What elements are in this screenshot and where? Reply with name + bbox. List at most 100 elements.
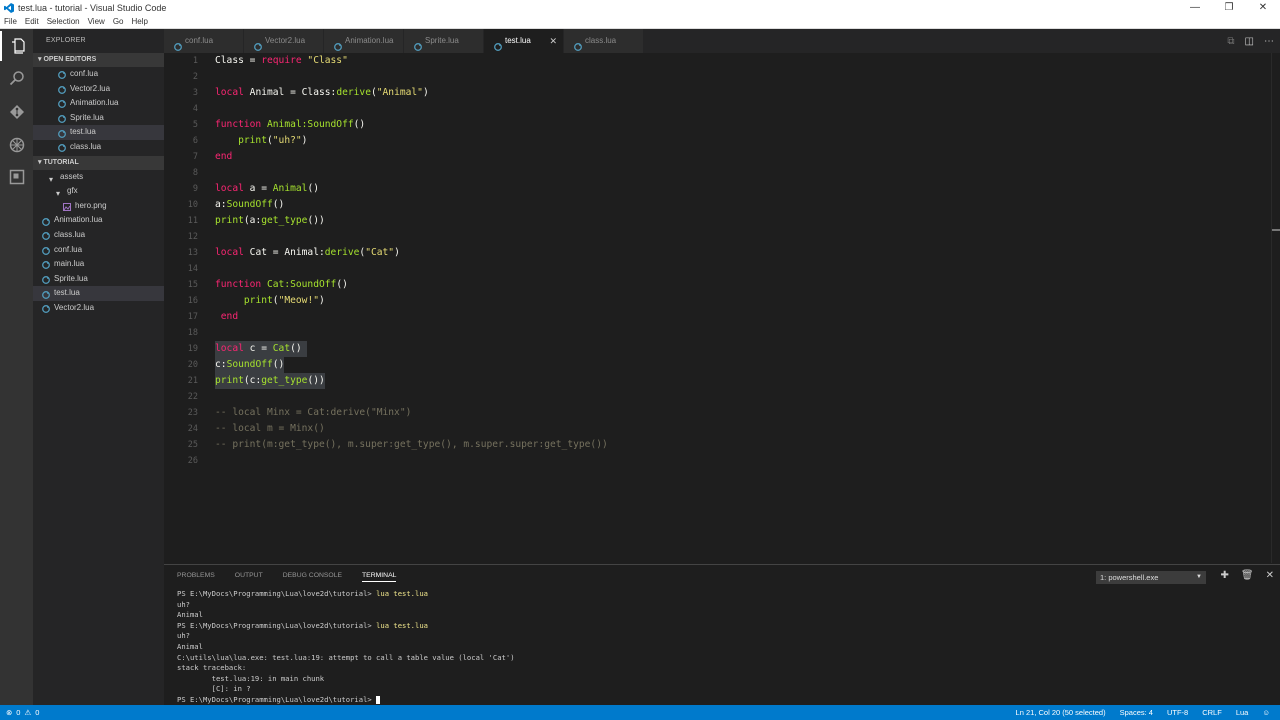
chevron-down-icon: ▼ (1196, 574, 1202, 580)
tree-item[interactable]: class.lua (33, 228, 164, 243)
editor-tab[interactable]: test.lua ✕ (484, 29, 564, 53)
lua-file-icon (254, 37, 262, 51)
open-editors-section[interactable]: ▾ OPEN EDITORS (33, 53, 164, 67)
restore-button[interactable]: ❐ (1212, 0, 1246, 15)
tree-item[interactable]: Vector2.lua (33, 301, 164, 316)
code-token: ) (422, 87, 429, 98)
terminal-text: stack traceback: (177, 663, 247, 673)
editor-tab[interactable]: Animation.lua (324, 29, 404, 53)
code-line: 22 (164, 389, 1264, 405)
open-editor-item[interactable]: class.lua (33, 140, 164, 155)
line-ending[interactable]: CRLF (1202, 708, 1222, 717)
tree-item[interactable]: Sprite.lua (33, 272, 164, 287)
panel-tab-debug-console[interactable]: DEBUG CONSOLE (283, 572, 342, 582)
activity-source-control[interactable] (0, 97, 33, 127)
terminal-output[interactable]: PS E:\MyDocs\Programming\Lua\love2d\tuto… (177, 589, 515, 706)
activity-extensions[interactable] (0, 162, 33, 192)
menu-file[interactable]: File (0, 17, 21, 26)
terminal-select[interactable]: 1: powershell.exe ▼ (1096, 571, 1206, 584)
indentation[interactable]: Spaces: 4 (1120, 708, 1153, 717)
code-text: end (215, 149, 232, 165)
menu-go[interactable]: Go (109, 17, 128, 26)
panel-tab-terminal[interactable]: TERMINAL (362, 572, 397, 582)
explorer-header: EXPLORER (46, 37, 86, 44)
close-window-button[interactable]: ✕ (1246, 0, 1280, 15)
cursor-position[interactable]: Ln 21, Col 20 (50 selected) (1016, 708, 1106, 717)
open-editor-item[interactable]: test.lua (33, 125, 164, 140)
open-editor-item[interactable]: Animation.lua (33, 96, 164, 111)
code-token: () (272, 359, 285, 370)
editor-tab[interactable]: Sprite.lua (404, 29, 484, 53)
terminal-line: PS E:\MyDocs\Programming\Lua\love2d\tuto… (177, 695, 515, 706)
code-token: "Meow!" (278, 295, 319, 306)
code-token: Class = (215, 55, 262, 66)
terminal-line: PS E:\MyDocs\Programming\Lua\love2d\tuto… (177, 589, 515, 600)
close-tab-icon[interactable]: ✕ (549, 29, 557, 53)
errors-count[interactable]: 0 (16, 708, 20, 717)
code-token: () (353, 119, 366, 130)
activity-explorer[interactable] (0, 31, 33, 61)
editor-tab[interactable]: Vector2.lua (244, 29, 324, 53)
tree-item[interactable]: ▾ assets (33, 170, 164, 185)
open-editor-item[interactable]: conf.lua (33, 67, 164, 82)
terminal-command: lua test.lua (376, 589, 428, 598)
terminal-prompt: PS E:\MyDocs\Programming\Lua\love2d\tuto… (177, 589, 377, 598)
editor-scrollbar[interactable] (1271, 53, 1280, 563)
explorer-sidebar: EXPLORER ▾ OPEN EDITORS conf.lua Vector2.… (33, 29, 164, 705)
warnings-icon[interactable]: ⚠ (24, 708, 31, 717)
code-token: require (261, 55, 302, 66)
trash-icon[interactable]: 🗑 (1241, 570, 1254, 581)
line-number: 8 (192, 168, 198, 178)
errors-icon[interactable]: ⊗ (6, 708, 12, 717)
tab-label: Vector2.lua (265, 36, 306, 45)
menu-edit[interactable]: Edit (21, 17, 43, 26)
editor-tabs: conf.lua Vector2.lua Animation.lua Sprite.l… (164, 29, 1280, 53)
terminal-command: lua test.lua (376, 620, 428, 630)
code-text: local c = Cat() (215, 341, 308, 357)
panel-tab-output[interactable]: OUTPUT (235, 572, 263, 582)
editor-tab[interactable]: class.lua (564, 29, 644, 53)
split-editor-icon[interactable]: ◫ (1245, 36, 1254, 47)
tree-item[interactable]: hero.png (33, 199, 164, 214)
code-token: "uh?" (272, 135, 302, 146)
language-mode[interactable]: Lua (1236, 708, 1249, 717)
code-editor[interactable]: 1 Class = require "Class" 2 3 local Animal =… (164, 53, 1280, 563)
menu-bar: File Edit Selection View Go Help (0, 15, 1280, 29)
scrollbar-marker (1272, 229, 1280, 231)
activity-debug[interactable] (0, 130, 33, 160)
tutorial-section[interactable]: ▾ TUTORIAL (33, 155, 164, 170)
open-editor-item[interactable]: Vector2.lua (33, 82, 164, 97)
tree-item[interactable]: main.lua (33, 257, 164, 272)
terminal-text: Animal (177, 610, 203, 620)
panel-tab-problems[interactable]: PROBLEMS (177, 572, 215, 582)
code-line: 13 local Cat = Animal:derive("Cat") (164, 245, 1264, 261)
menu-selection[interactable]: Selection (43, 17, 84, 26)
window-title: test.lua - tutorial - Visual Studio Code (18, 2, 167, 13)
open-changes-icon[interactable]: ⧉ (1227, 36, 1234, 47)
menu-view[interactable]: View (84, 17, 109, 26)
line-number: 20 (187, 360, 198, 370)
open-editor-item[interactable]: Sprite.lua (33, 111, 164, 126)
tree-item[interactable]: ▾ gfx (33, 184, 164, 199)
tree-item[interactable]: Animation.lua (33, 213, 164, 228)
smiley-icon[interactable]: ☺ (1262, 708, 1270, 717)
open-editor-label: conf.lua (70, 69, 99, 78)
close-panel-icon[interactable]: ✕ (1266, 570, 1274, 581)
tree-item[interactable]: test.lua (33, 286, 164, 301)
code-token: get_type (261, 375, 308, 386)
activity-search[interactable] (0, 63, 33, 93)
encoding[interactable]: UTF-8 (1167, 708, 1188, 717)
new-terminal-icon[interactable]: ✚ (1221, 570, 1229, 581)
lua-file-icon (174, 37, 182, 51)
tree-item[interactable]: conf.lua (33, 243, 164, 258)
line-number: 3 (192, 88, 198, 98)
warnings-count[interactable]: 0 (35, 708, 39, 717)
code-token: Cat = Animal: (243, 247, 325, 258)
terminal-text: [C]: in ? (177, 684, 251, 694)
editor-tab[interactable]: conf.lua (164, 29, 244, 53)
line-number: 25 (187, 440, 198, 450)
more-actions-icon[interactable]: ⋯ (1264, 36, 1274, 47)
code-token: "Class" (301, 55, 348, 66)
minimize-button[interactable]: — (1178, 0, 1212, 15)
menu-help[interactable]: Help (127, 17, 151, 26)
